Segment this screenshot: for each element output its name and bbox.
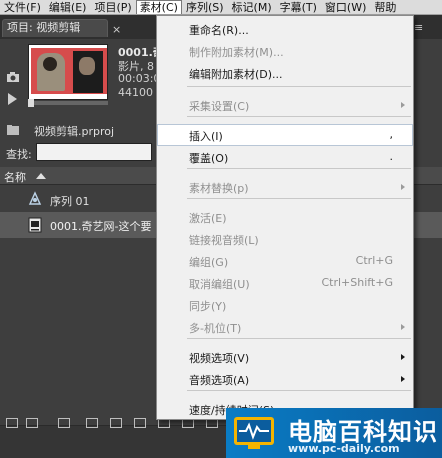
menu-bar: 文件(F) 编辑(E) 项目(P) 素材(C) 序列(S) 标记(M) 字幕(T…: [0, 0, 442, 15]
menu-item[interactable]: 素材替换(p): [157, 176, 413, 198]
menu-item-label: 覆盖(O): [189, 152, 229, 165]
list-item-label: 序列 01: [50, 195, 90, 208]
menu-item[interactable]: 采集设置(C): [157, 94, 413, 116]
clip-info-duration: 00:03:0: [118, 72, 161, 85]
tab-project[interactable]: 项目: 视频剪辑: [2, 19, 108, 37]
close-icon[interactable]: ×: [112, 23, 121, 36]
menu-item[interactable]: 覆盖(O).: [157, 146, 413, 168]
menu-item[interactable]: 视频选项(V): [157, 346, 413, 368]
icon-view-icon[interactable]: [26, 418, 38, 428]
menu-item[interactable]: 编组(G) Ctrl+G: [157, 250, 413, 272]
watermark-url: www.pc-daily.com: [288, 442, 400, 455]
menu-item[interactable]: 重命名(R)...: [157, 18, 413, 40]
menu-help[interactable]: 帮助: [370, 0, 400, 14]
menu-separator: [187, 198, 411, 199]
menu-marker[interactable]: 标记(M): [228, 0, 276, 14]
find-label: 查找:: [6, 148, 32, 161]
menu-item-label: 链接视音频(L): [189, 234, 259, 247]
menu-item-shortcut: .: [389, 150, 394, 163]
new-item-icon[interactable]: [134, 418, 146, 428]
clip-thumbnail: [28, 44, 108, 100]
new-bin-icon[interactable]: [110, 418, 122, 428]
menu-item-shortcut: ,: [389, 128, 394, 141]
column-name-header[interactable]: 名称: [4, 169, 26, 185]
scrubber-handle[interactable]: [28, 99, 34, 107]
menu-item[interactable]: 音频选项(A): [157, 368, 413, 390]
video-clip-icon: [28, 217, 42, 233]
menu-separator: [187, 338, 411, 339]
submenu-arrow-icon: [401, 376, 405, 382]
list-item-label: 0001.奇艺网-这个要: [50, 220, 152, 233]
automate-to-sequence-icon[interactable]: [58, 418, 70, 428]
sequence-icon: [28, 191, 42, 205]
preview-scrubber[interactable]: [28, 101, 108, 105]
play-icon[interactable]: [8, 93, 17, 105]
menu-item-label: 编辑附加素材(D)...: [189, 68, 283, 81]
project-file-name: 视频剪辑.prproj: [34, 125, 115, 138]
menu-item[interactable]: 插入(I),: [157, 124, 413, 146]
menu-item-label: 同步(Y): [189, 300, 227, 313]
sort-ascending-icon[interactable]: [36, 173, 46, 179]
menu-window[interactable]: 窗口(W): [321, 0, 370, 14]
menu-item[interactable]: 取消编组(U) Ctrl+Shift+G: [157, 272, 413, 294]
find-icon[interactable]: [86, 418, 98, 428]
submenu-arrow-icon: [401, 324, 405, 330]
menu-item[interactable]: 链接视音频(L): [157, 228, 413, 250]
menu-separator: [187, 86, 411, 87]
menu-item[interactable]: 制作附加素材(M)...: [157, 40, 413, 62]
menu-title[interactable]: 字幕(T): [276, 0, 321, 14]
menu-item-shortcut: Ctrl+Shift+G: [321, 276, 393, 289]
menu-item-label: 激活(E): [189, 212, 227, 225]
menu-item-label: 视频选项(V): [189, 352, 250, 365]
menu-separator: [187, 390, 411, 391]
clip-dropdown-menu: 重命名(R)... 制作附加素材(M)... 编辑附加素材(D)... 采集设置(C)…: [156, 15, 414, 420]
menu-item-label: 采集设置(C): [189, 100, 250, 113]
logo-icon: [234, 417, 274, 449]
menu-sequence[interactable]: 序列(S): [182, 0, 228, 14]
find-input[interactable]: [36, 143, 152, 161]
menu-item-label: 多-机位(T): [189, 322, 242, 335]
menu-separator: [187, 168, 411, 169]
menu-file[interactable]: 文件(F): [0, 0, 45, 14]
menu-item-label: 取消编组(U): [189, 278, 250, 291]
panel-menu-icon[interactable]: ≡: [414, 21, 423, 34]
menu-item[interactable]: 激活(E): [157, 206, 413, 228]
menu-item-label: 素材替换(p): [189, 182, 249, 195]
poster-frame-icon[interactable]: [6, 71, 20, 83]
menu-item-label: 音频选项(A): [189, 374, 250, 387]
list-view-icon[interactable]: [6, 418, 18, 428]
menu-item-label: 重命名(R)...: [189, 24, 249, 37]
menu-separator: [187, 116, 411, 117]
menu-clip[interactable]: 素材(C): [135, 0, 182, 14]
menu-item[interactable]: 同步(Y): [157, 294, 413, 316]
menu-item[interactable]: 多-机位(T): [157, 316, 413, 338]
menu-item-shortcut: Ctrl+G: [355, 254, 393, 267]
menu-edit[interactable]: 编辑(E): [45, 0, 91, 14]
menu-item-label: 插入(I): [189, 130, 223, 143]
watermark-banner: 电脑百科知识 www.pc-daily.com: [226, 408, 442, 458]
menu-item-label: 编组(G): [189, 256, 229, 269]
submenu-arrow-icon: [401, 354, 405, 360]
project-file-icon: [7, 125, 19, 135]
submenu-arrow-icon: [401, 184, 405, 190]
menu-item-label: 制作附加素材(M)...: [189, 46, 284, 59]
menu-item[interactable]: 编辑附加素材(D)...: [157, 62, 413, 84]
submenu-arrow-icon: [401, 102, 405, 108]
menu-project[interactable]: 项目(P): [90, 0, 135, 14]
